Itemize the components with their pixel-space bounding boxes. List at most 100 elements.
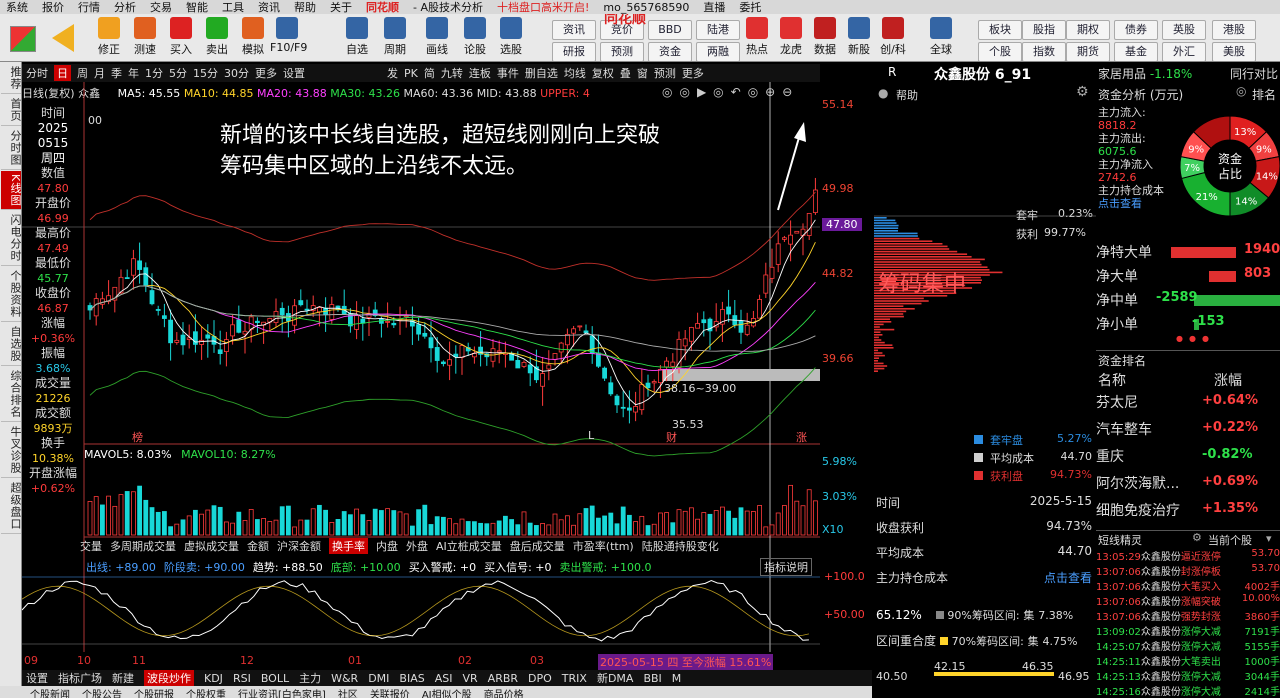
menu-item[interactable]: 智能: [186, 0, 208, 14]
indicator-tab[interactable]: 内盘: [376, 538, 398, 554]
toolbar-button[interactable]: 画线: [420, 17, 454, 61]
chevron-down-icon[interactable]: ▾: [1266, 532, 1272, 545]
chart-tool-button[interactable]: 更多: [682, 65, 704, 81]
toolbar-grid-button[interactable]: 板块: [978, 20, 1022, 40]
wizard-row[interactable]: 13:07:06众鑫股份涨幅突破 10.00%: [1096, 593, 1280, 608]
indicator-tab[interactable]: 交量: [80, 538, 102, 554]
menu-item[interactable]: 十档盘口高米开启!: [497, 0, 589, 14]
toolbar-button[interactable]: 模拟: [236, 17, 270, 61]
indicator-button[interactable]: VR: [463, 672, 478, 685]
chart-tool-button[interactable]: 删自选: [525, 65, 558, 81]
news-tab[interactable]: 商品价格: [484, 686, 524, 698]
rank-row[interactable]: 汽车整车 +0.22%: [1096, 419, 1280, 446]
chart-tool-button[interactable]: PK: [404, 67, 418, 80]
indicator-button[interactable]: KDJ: [204, 672, 223, 685]
indicator-tab[interactable]: 换手率: [329, 538, 368, 554]
toolbar-grid-button[interactable]: 陆港: [696, 20, 740, 40]
indicator-tab[interactable]: 市盈率(ttm): [573, 538, 634, 554]
period-tab[interactable]: 分时: [26, 65, 48, 81]
wizard-row[interactable]: 14:25:07众鑫股份涨停大减 5155手: [1096, 638, 1280, 653]
sidebar-tab[interactable]: 个股资料: [1, 267, 22, 323]
indicator-button[interactable]: 新建: [112, 670, 134, 686]
wizard-row[interactable]: 13:07:06众鑫股份大笔买入 4002手: [1096, 578, 1280, 593]
toolbar-grid-button[interactable]: 债券: [1114, 20, 1158, 40]
chart-tool-button[interactable]: 均线: [564, 65, 586, 81]
help-icon[interactable]: ●: [878, 86, 888, 100]
wizard-row[interactable]: 13:07:06众鑫股份强势封涨 3860手: [1096, 608, 1280, 623]
menu-item[interactable]: 关于: [330, 0, 352, 14]
menu-item[interactable]: mo_565768590: [603, 1, 689, 14]
indicator-button[interactable]: 指标广场: [58, 670, 102, 686]
toolbar-grid-button[interactable]: 预测: [600, 42, 644, 61]
wizard-row[interactable]: 13:07:06众鑫股份封涨停板 53.70: [1096, 563, 1280, 578]
toolbar-button[interactable]: 创/科: [876, 17, 910, 61]
news-tab[interactable]: 个股权重: [186, 686, 226, 698]
chip-stat-value[interactable]: 点击查看: [1044, 569, 1092, 586]
menu-item[interactable]: 帮助: [294, 0, 316, 14]
indicator-button[interactable]: M: [672, 672, 682, 685]
toolbar-grid-button[interactable]: BBD: [648, 20, 692, 40]
help-label[interactable]: 帮助: [896, 87, 918, 103]
toolbar-button[interactable]: 龙虎: [774, 17, 808, 61]
chart-tool-button[interactable]: 复权: [592, 65, 614, 81]
sidebar-tab[interactable]: K线图: [1, 171, 22, 211]
indicator-button[interactable]: DPO: [528, 672, 552, 685]
period-tab[interactable]: 日: [54, 65, 71, 81]
menu-item[interactable]: 直播: [703, 0, 725, 14]
indicator-button[interactable]: 主力: [299, 670, 321, 686]
sidebar-tab[interactable]: 推荐: [1, 63, 22, 94]
toolbar-grid-button[interactable]: 外汇: [1162, 42, 1206, 61]
period-tab[interactable]: 周: [77, 65, 88, 81]
period-tab[interactable]: 月: [94, 65, 105, 81]
period-tab[interactable]: 15分: [193, 65, 218, 81]
sidebar-tab[interactable]: 综合排名: [1, 367, 22, 423]
indicator-button[interactable]: ASI: [435, 672, 453, 685]
news-tab[interactable]: 个股新闻: [30, 686, 70, 698]
menu-item[interactable]: 报价: [42, 0, 64, 14]
news-tab[interactable]: 行业资讯[白色家电]: [238, 686, 326, 698]
toolbar-button[interactable]: 新股: [842, 17, 876, 61]
indicator-tab[interactable]: 虚拟成交量: [184, 538, 239, 554]
indicator-button[interactable]: BBI: [643, 672, 661, 685]
news-tab[interactable]: 个股公告: [82, 686, 122, 698]
rank-icon[interactable]: ◎: [1236, 84, 1246, 98]
toolbar-grid-button[interactable]: 研报: [552, 42, 596, 61]
chart-event-marker[interactable]: 涨: [796, 429, 807, 445]
back-arrow-icon[interactable]: [52, 24, 74, 52]
menu-item[interactable]: 系统: [6, 0, 28, 14]
toolbar-button[interactable]: 修正: [92, 17, 126, 61]
chart-tool-button[interactable]: 叠: [620, 65, 631, 81]
news-tab[interactable]: 社区: [338, 686, 358, 698]
rank-row[interactable]: 阿尔茨海默... +0.69%: [1096, 473, 1280, 500]
indicator-tab[interactable]: 金额: [247, 538, 269, 554]
rank-row[interactable]: 芬太尼 +0.64%: [1096, 392, 1280, 419]
chart-tool-button[interactable]: 简: [424, 65, 435, 81]
menu-item[interactable]: 资讯: [258, 0, 280, 14]
chart-tool-button[interactable]: 预测: [654, 65, 676, 81]
indicator-button[interactable]: BIAS: [399, 672, 424, 685]
chart-tool-button[interactable]: 九转: [441, 65, 463, 81]
sidebar-tab[interactable]: 自选股: [1, 323, 22, 367]
home-icon[interactable]: [10, 26, 36, 52]
wizard-row[interactable]: 13:05:29众鑫股份逼近涨停 53.70: [1096, 548, 1280, 563]
toolbar-grid-button[interactable]: 期货: [1066, 42, 1110, 61]
chart-event-marker[interactable]: L: [588, 429, 594, 442]
indicator-button[interactable]: TRIX: [562, 672, 587, 685]
chart-tool-button[interactable]: 连板: [469, 65, 491, 81]
indicator-button[interactable]: RSI: [233, 672, 251, 685]
menu-item[interactable]: 交易: [150, 0, 172, 14]
period-tab[interactable]: 季: [111, 65, 122, 81]
wizard-settings-icon[interactable]: ⚙: [1192, 531, 1202, 544]
wizard-row[interactable]: 14:25:11众鑫股份大笔卖出 1000手: [1096, 653, 1280, 668]
toolbar-button[interactable]: 周期: [378, 17, 412, 61]
chart-event-marker[interactable]: 财: [666, 429, 677, 445]
indicator-button[interactable]: 波段炒作: [144, 670, 194, 686]
toolbar-grid-button[interactable]: 港股: [1212, 20, 1256, 40]
indicator-button[interactable]: DMI: [368, 672, 389, 685]
sidebar-tab[interactable]: 超级盘口: [1, 479, 22, 535]
toolbar-button[interactable]: 数据: [808, 17, 842, 61]
rank-label[interactable]: 排名: [1252, 86, 1276, 103]
chart-tool-button[interactable]: 事件: [497, 65, 519, 81]
indicator-tab[interactable]: 沪深金额: [277, 538, 321, 554]
toolbar-grid-button[interactable]: 基金: [1114, 42, 1158, 61]
